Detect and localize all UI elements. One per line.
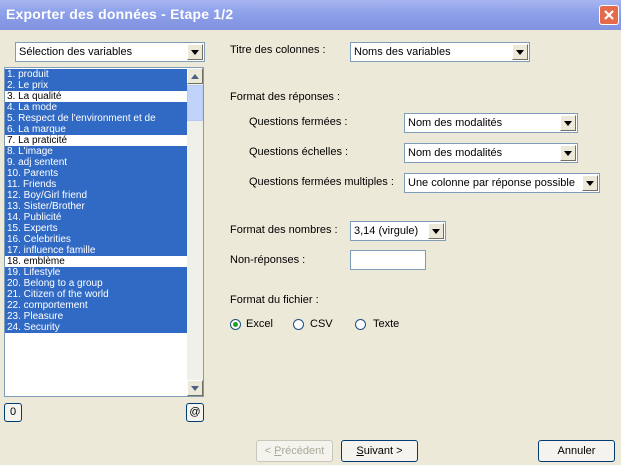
column-titles-dropdown[interactable]: Noms des variables: [350, 42, 530, 62]
multiple-closed-questions-label: Questions fermées multiples :: [249, 176, 394, 188]
list-item[interactable]: 11. Friends: [5, 179, 188, 190]
texte-radio[interactable]: [355, 319, 366, 330]
scale-questions-value: Nom des modalités: [408, 147, 503, 159]
texte-radio-label[interactable]: Texte: [373, 318, 399, 330]
csv-radio-label[interactable]: CSV: [310, 318, 333, 330]
multiple-closed-questions-value: Une colonne par réponse possible: [408, 177, 575, 189]
list-item[interactable]: 4. La mode: [5, 102, 188, 113]
file-format-label: Format du fichier :: [230, 294, 319, 306]
number-format-dropdown[interactable]: 3,14 (virgule): [350, 221, 446, 241]
closed-questions-value: Nom des modalités: [408, 117, 503, 129]
dropdown-arrow[interactable]: [512, 44, 528, 60]
window-title: Exporter des données - Etape 1/2: [6, 6, 234, 22]
list-item[interactable]: 5. Respect de l'environment et de: [5, 113, 188, 124]
next-button[interactable]: Suivant >: [341, 440, 418, 462]
next-mnemonic: S: [356, 445, 364, 457]
chevron-down-icon: [564, 151, 572, 156]
list-item[interactable]: 18. emblème: [5, 256, 188, 267]
list-item[interactable]: 24. Security: [5, 322, 188, 333]
multiple-closed-questions-dropdown[interactable]: Une colonne par réponse possible: [404, 173, 600, 193]
list-item[interactable]: 12. Boy/Girl friend: [5, 190, 188, 201]
variable-list[interactable]: 1. produit 2. Le prix 3. La qualité 4. La m…: [4, 67, 204, 397]
list-item[interactable]: 7. La praticité: [5, 135, 188, 146]
number-format-label: Format des nombres :: [230, 224, 338, 236]
previous-button-label: < Précédent: [265, 445, 325, 457]
chevron-down-icon: [191, 50, 199, 55]
dropdown-arrow[interactable]: [428, 223, 444, 239]
list-item[interactable]: 10. Parents: [5, 168, 188, 179]
dropdown-arrow[interactable]: [582, 175, 598, 191]
response-format-heading: Format des réponses :: [230, 91, 341, 103]
closed-questions-dropdown[interactable]: Nom des modalités: [404, 113, 578, 133]
previous-button[interactable]: < Précédent: [256, 440, 333, 462]
previous-mnemonic: P: [274, 445, 282, 457]
list-item[interactable]: 17. influence famille: [5, 245, 188, 256]
list-item[interactable]: 15. Experts: [5, 223, 188, 234]
chevron-down-icon: [586, 181, 594, 186]
zero-button-label: 0: [9, 406, 17, 418]
csv-radio[interactable]: [293, 319, 304, 330]
previous-rest: récédent: [281, 445, 325, 457]
previous-prefix: <: [264, 445, 275, 457]
list-item[interactable]: 16. Celebrities: [5, 234, 188, 245]
column-titles-value: Noms des variables: [354, 46, 451, 58]
scroll-thumb[interactable]: [187, 85, 203, 121]
vertical-scrollbar[interactable]: [187, 68, 203, 396]
list-item[interactable]: 13. Sister/Brother: [5, 201, 188, 212]
chevron-down-icon: [191, 386, 199, 391]
list-item[interactable]: 14. Publicité: [5, 212, 188, 223]
title-bar: Exporter des données - Etape 1/2: [0, 0, 621, 30]
excel-radio-label[interactable]: Excel: [246, 318, 273, 330]
non-response-label: Non-réponses :: [230, 254, 306, 266]
list-item[interactable]: 8. L'image: [5, 146, 188, 157]
list-item[interactable]: 22. comportement: [5, 300, 188, 311]
closed-questions-label: Questions fermées :: [249, 116, 348, 128]
zero-button[interactable]: 0: [4, 403, 22, 422]
variable-selection-value: Sélection des variables: [19, 46, 133, 58]
dropdown-arrow[interactable]: [187, 44, 203, 60]
scale-questions-dropdown[interactable]: Nom des modalités: [404, 143, 578, 163]
next-rest: uivant >: [363, 445, 403, 457]
at-button-label: @: [189, 406, 201, 418]
scale-questions-label: Questions échelles :: [249, 146, 349, 158]
list-item[interactable]: 23. Pleasure: [5, 311, 188, 322]
chevron-down-icon: [432, 229, 440, 234]
list-item[interactable]: 6. La marque: [5, 124, 188, 135]
scroll-down-button[interactable]: [187, 380, 203, 396]
list-item[interactable]: 2. Le prix: [5, 80, 188, 91]
list-item[interactable]: 20. Belong to a group: [5, 278, 188, 289]
close-button[interactable]: [599, 5, 619, 25]
non-response-input[interactable]: [350, 250, 426, 270]
list-item[interactable]: 3. La qualité: [5, 91, 188, 102]
scroll-up-button[interactable]: [187, 68, 203, 84]
list-item[interactable]: 9. adj sentent: [5, 157, 188, 168]
cancel-button[interactable]: Annuler: [538, 440, 615, 462]
chevron-down-icon: [516, 50, 524, 55]
excel-radio[interactable]: [230, 319, 241, 330]
list-item[interactable]: 19. Lifestyle: [5, 267, 188, 278]
chevron-up-icon: [191, 74, 199, 79]
chevron-down-icon: [564, 121, 572, 126]
cancel-button-label: Annuler: [557, 445, 596, 457]
close-icon: [604, 10, 614, 20]
at-button[interactable]: @: [186, 403, 204, 422]
number-format-value: 3,14 (virgule): [354, 225, 419, 237]
column-titles-label: Titre des colonnes :: [230, 44, 326, 56]
dropdown-arrow[interactable]: [560, 115, 576, 131]
list-item[interactable]: 21. Citizen of the world: [5, 289, 188, 300]
dropdown-arrow[interactable]: [560, 145, 576, 161]
next-button-label: Suivant >: [356, 445, 402, 457]
list-item[interactable]: 1. produit: [5, 69, 188, 80]
variable-selection-dropdown[interactable]: Sélection des variables: [15, 42, 205, 62]
